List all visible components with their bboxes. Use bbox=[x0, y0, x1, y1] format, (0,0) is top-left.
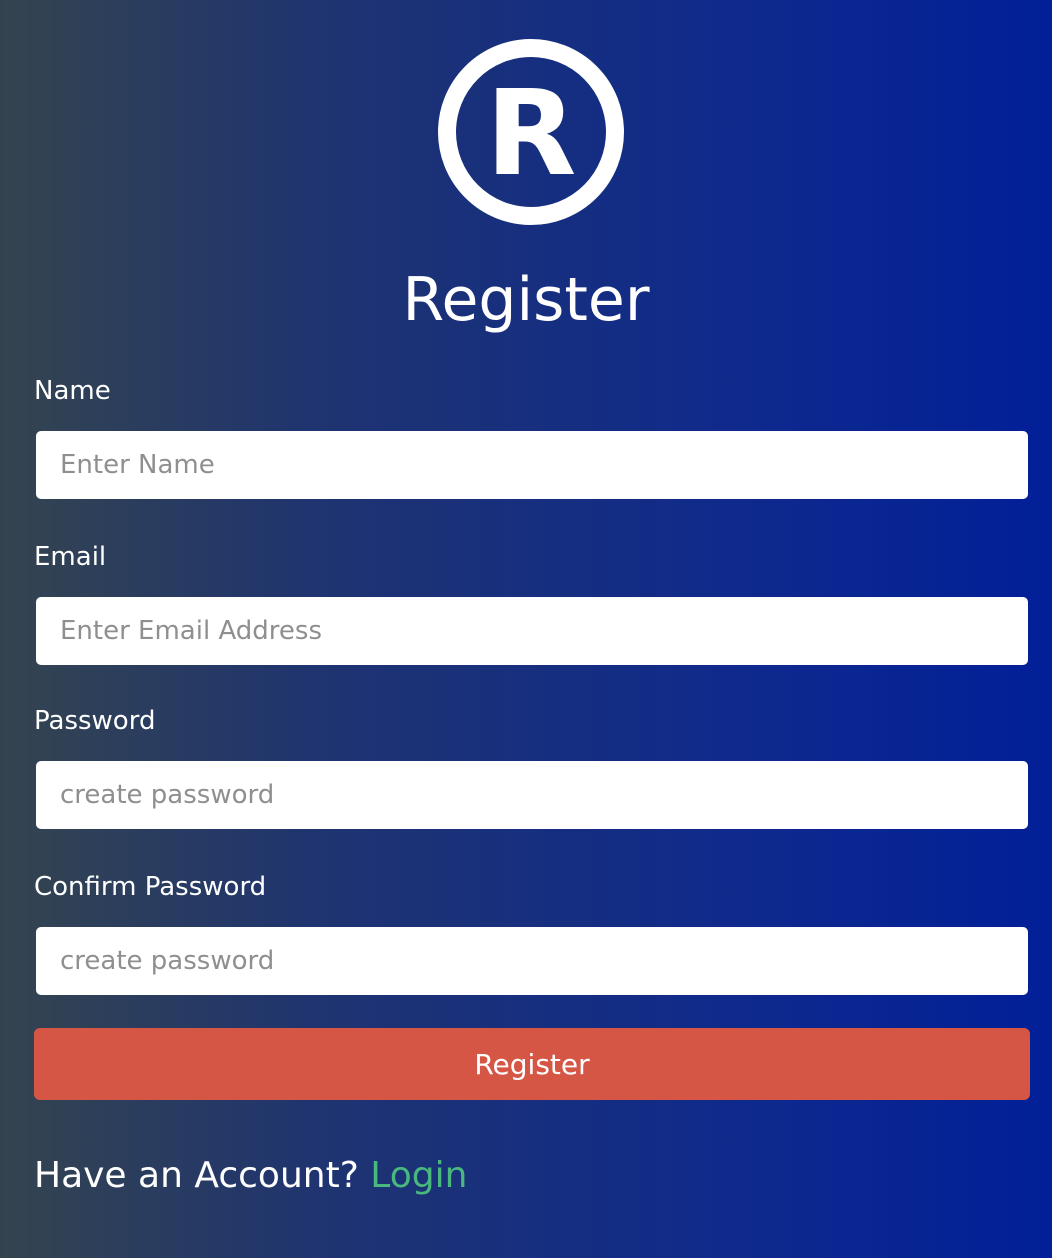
login-prompt: Have an Account? Login bbox=[34, 1152, 467, 1200]
page-title: Register bbox=[402, 265, 650, 335]
register-button[interactable]: Register bbox=[34, 1028, 1030, 1100]
logo-letter: R bbox=[486, 64, 577, 202]
login-prompt-text: Have an Account? bbox=[34, 1155, 359, 1196]
password-label: Password bbox=[34, 706, 156, 736]
confirm-password-input[interactable] bbox=[36, 927, 1028, 995]
password-input[interactable] bbox=[36, 761, 1028, 829]
registered-trademark-icon: R bbox=[438, 39, 624, 225]
login-link[interactable]: Login bbox=[370, 1155, 467, 1196]
name-label: Name bbox=[34, 376, 111, 406]
email-input[interactable] bbox=[36, 597, 1028, 665]
email-label: Email bbox=[34, 542, 107, 572]
name-input[interactable] bbox=[36, 431, 1028, 499]
confirm-password-label: Confirm Password bbox=[34, 872, 267, 902]
